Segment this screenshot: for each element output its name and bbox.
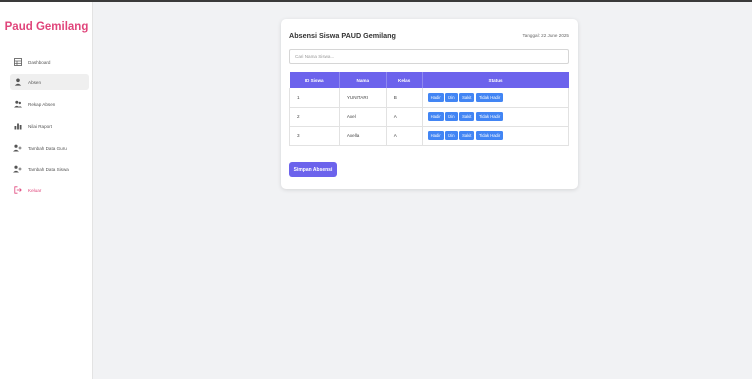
column-header-status: Status: [422, 72, 569, 88]
tidak-hadir-button[interactable]: Tidak Hadir: [475, 131, 504, 140]
sidebar-item-label: Nilai Raport: [28, 123, 52, 129]
cell-id: 2: [289, 107, 340, 127]
sidebar-item-keluar[interactable]: Keluar: [13, 182, 87, 198]
sidebar-item-rekap-absen[interactable]: Rekap Absen: [13, 96, 87, 112]
sakit-button[interactable]: Sakit: [459, 112, 475, 121]
cell-status: Hadir Izin Sakit Tidak Hadir: [422, 107, 570, 127]
sidebar-item-tambah-guru[interactable]: Tambah Data Guru: [13, 140, 87, 156]
add-user-icon: [13, 144, 22, 153]
cell-nama: Axel: [339, 107, 387, 127]
table-header-row: ID Siswa Nama Kelas Status: [289, 72, 569, 88]
sidebar: Paud Gemilang Dashboard Absen Rekap Abse…: [0, 2, 93, 379]
cell-kelas: A: [386, 107, 423, 127]
sidebar-item-label: Absen: [28, 79, 42, 85]
cell-id: 1: [289, 88, 340, 108]
cell-id: 3: [289, 126, 340, 146]
sidebar-item-tambah-siswa[interactable]: Tambah Data Siswa: [13, 161, 87, 177]
attendance-table: ID Siswa Nama Kelas Status 1 YUNITARI B …: [289, 72, 570, 146]
cell-status: Hadir Izin Sakit Tidak Hadir: [422, 126, 570, 146]
sidebar-item-nilai-raport[interactable]: Nilai Raport: [13, 118, 87, 134]
cell-nama: Axella: [339, 126, 387, 146]
sidebar-item-label: Tambah Data Siswa: [28, 166, 69, 172]
cell-nama: YUNITARI: [339, 88, 387, 108]
column-header-id: ID Siswa: [289, 72, 340, 88]
column-header-nama: Nama: [339, 72, 387, 88]
sakit-button[interactable]: Sakit: [459, 131, 475, 140]
user-icon: [13, 78, 22, 87]
cell-kelas: A: [386, 126, 423, 146]
table-row: 2 Axel A Hadir Izin Sakit Tidak Hadir: [289, 107, 570, 127]
column-header-kelas: Kelas: [386, 72, 423, 88]
izin-button[interactable]: Izin: [445, 112, 458, 121]
chart-icon: [13, 122, 22, 131]
date-label: Tanggal: 22 June 2025: [522, 33, 570, 38]
sakit-button[interactable]: Sakit: [459, 92, 475, 102]
table-row: 3 Axella A Hadir Izin Sakit Tidak Hadir: [289, 126, 570, 146]
hadir-button[interactable]: Hadir: [427, 92, 444, 102]
sidebar-item-absen[interactable]: Absen: [10, 74, 89, 90]
sidebar-item-label: Rekap Absen: [28, 101, 56, 107]
table-row: 1 YUNITARI B Hadir Izin Sakit Tidak Hadir: [289, 88, 570, 108]
add-user-icon: [13, 165, 22, 174]
sidebar-item-label: Keluar: [28, 187, 42, 193]
izin-button[interactable]: Izin: [445, 92, 458, 102]
logout-icon: [13, 186, 22, 195]
search-input[interactable]: [289, 49, 569, 64]
cell-status: Hadir Izin Sakit Tidak Hadir: [422, 88, 570, 108]
sidebar-item-label: Dashboard: [28, 59, 51, 65]
tidak-hadir-button[interactable]: Tidak Hadir: [475, 112, 504, 121]
page-title: Absensi Siswa PAUD Gemilang: [289, 31, 396, 40]
sidebar-item-label: Tambah Data Guru: [28, 145, 67, 151]
tidak-hadir-button[interactable]: Tidak Hadir: [475, 92, 504, 102]
sidebar-item-dashboard[interactable]: Dashboard: [13, 54, 87, 70]
hadir-button[interactable]: Hadir: [427, 112, 444, 121]
cell-kelas: B: [386, 88, 423, 108]
hadir-button[interactable]: Hadir: [427, 131, 444, 140]
save-attendance-button[interactable]: Simpan Absensi: [289, 162, 337, 177]
brand-title: Paud Gemilang: [4, 21, 89, 33]
user-group-icon: [13, 100, 22, 109]
izin-button[interactable]: Izin: [445, 131, 458, 140]
top-border: [0, 0, 752, 2]
grid-icon: [13, 58, 22, 67]
attendance-card: Absensi Siswa PAUD Gemilang Tanggal: 22 …: [281, 19, 578, 189]
